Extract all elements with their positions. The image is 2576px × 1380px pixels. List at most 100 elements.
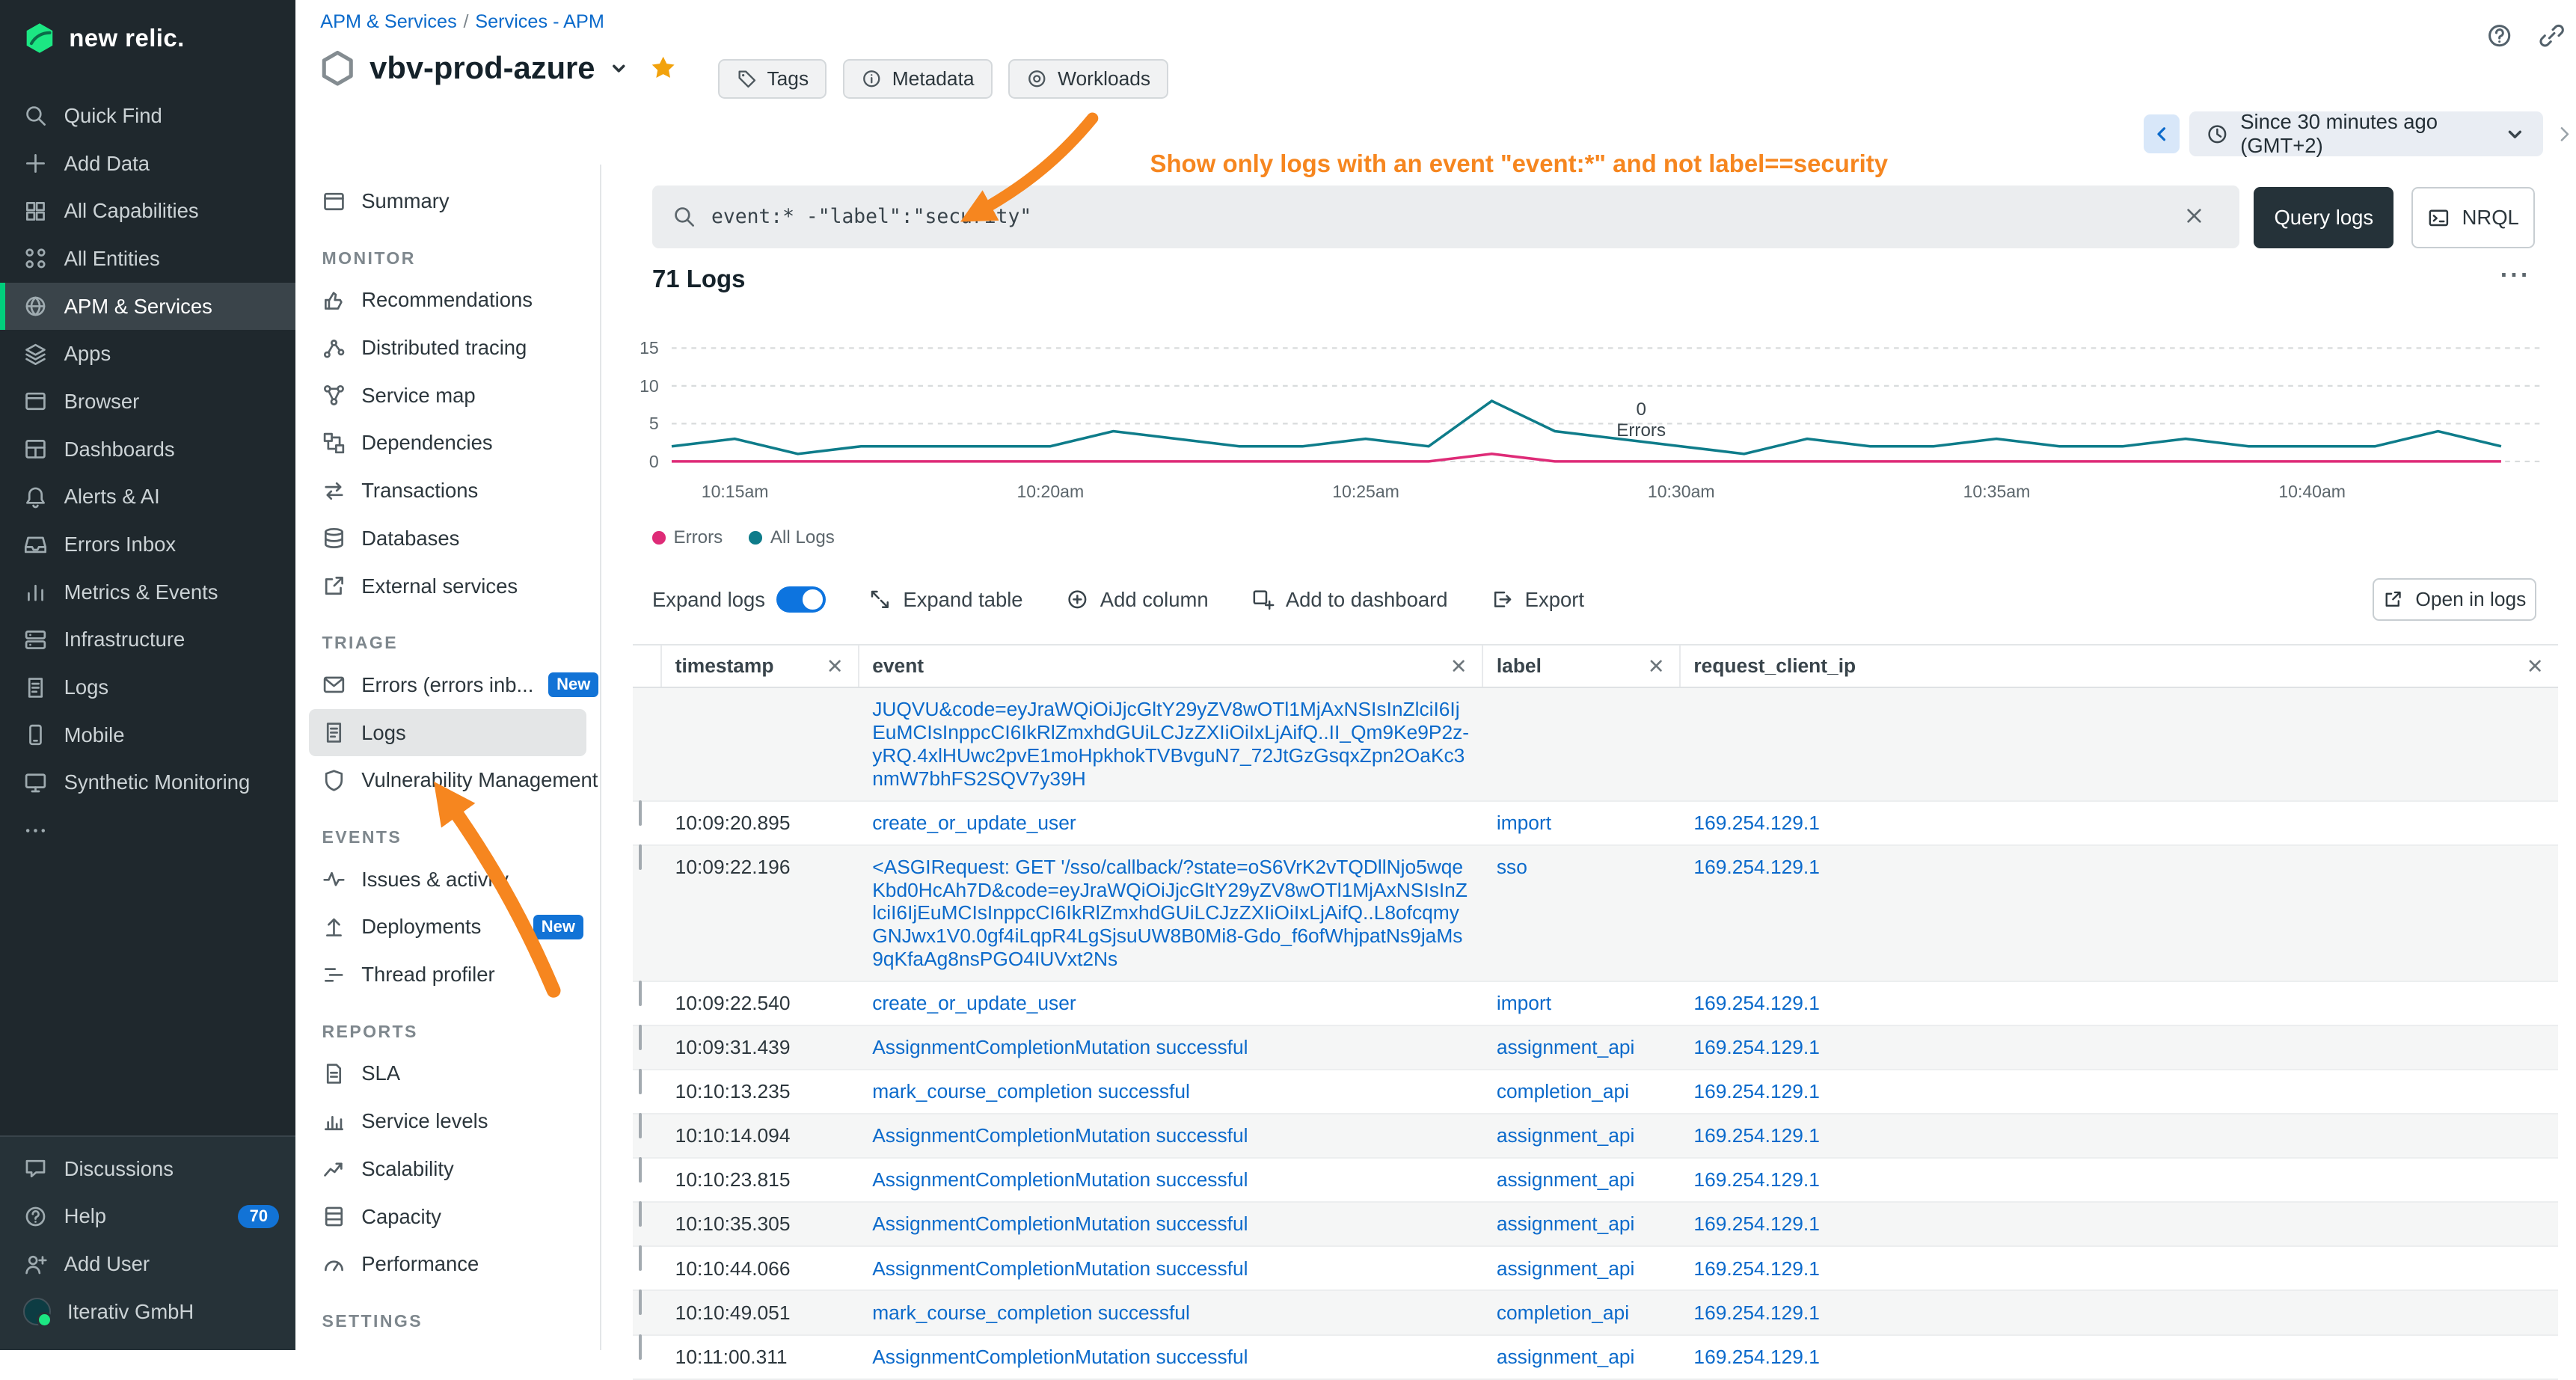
subnav-item-databases[interactable]: Databases (295, 515, 600, 562)
add-to-dashboard-button[interactable]: Add to dashboard (1251, 588, 1448, 612)
subnav-item-vulnerability-management[interactable]: Vulnerability Management (295, 756, 600, 804)
cell-label-link[interactable]: assignment_api (1497, 1257, 1635, 1280)
subnav-item-performance[interactable]: Performance (295, 1240, 600, 1288)
sidebar-item-account[interactable]: Iterativ GmbH (0, 1288, 295, 1336)
subnav-item-issues-activity[interactable]: Issues & activity (295, 856, 600, 904)
cell-ip-link[interactable]: 169.254.129.1 (1693, 1124, 1819, 1147)
cell-event-link[interactable]: create_or_update_user (872, 992, 1076, 1014)
sidebar-item-help[interactable]: Help70 (0, 1193, 295, 1241)
cell-label-link[interactable]: assignment_api (1497, 1124, 1635, 1147)
cell-event-link[interactable]: AssignmentCompletionMutation successful (872, 1036, 1248, 1058)
table-row[interactable]: 10:09:31.439 AssignmentCompletionMutatio… (633, 1026, 2558, 1070)
table-row[interactable]: 10:09:20.895 create_or_update_user impor… (633, 802, 2558, 846)
cell-event-link[interactable]: mark_course_completion successful (872, 1080, 1190, 1103)
cell-event-link[interactable]: AssignmentCompletionMutation successful (872, 1212, 1248, 1235)
column-header-request-client-ip[interactable]: request_client_ip (1681, 645, 2558, 687)
row-expand-checkbox[interactable] (639, 800, 642, 826)
table-row[interactable]: JUQVU&code=eyJraWQiOiJjcGltY29yZV8wOTl1M… (633, 688, 2558, 801)
cell-label-link[interactable]: import (1497, 812, 1551, 834)
cell-label-link[interactable]: assignment_api (1497, 1212, 1635, 1235)
sidebar-item-infrastructure[interactable]: Infrastructure (0, 616, 295, 664)
sidebar-item-alerts-ai[interactable]: Alerts & AI (0, 473, 295, 521)
cell-ip-link[interactable]: 169.254.129.1 (1693, 1212, 1819, 1235)
metadata-button[interactable]: Metadata (843, 59, 992, 99)
subnav-item-summary[interactable]: Summary (295, 177, 600, 225)
clear-query-icon[interactable] (2182, 203, 2207, 228)
cell-ip-link[interactable]: 169.254.129.1 (1693, 812, 1819, 834)
row-expand-checkbox[interactable] (639, 1157, 642, 1183)
sidebar-item-add-user[interactable]: Add User (0, 1240, 295, 1288)
remove-column-icon[interactable] (825, 656, 844, 675)
cell-label-link[interactable]: assignment_api (1497, 1036, 1635, 1058)
time-back-button[interactable] (2144, 114, 2180, 154)
cell-event-link[interactable]: AssignmentCompletionMutation successful (872, 1257, 1248, 1280)
subnav-item-logs[interactable]: Logs (309, 709, 586, 757)
expand-logs-control[interactable]: Expand logs (652, 586, 826, 613)
cell-event-link[interactable]: create_or_update_user (872, 812, 1076, 834)
sidebar-item-more[interactable] (0, 806, 295, 854)
cell-ip-link[interactable]: 169.254.129.1 (1693, 1257, 1819, 1280)
cell-event-link[interactable]: AssignmentCompletionMutation successful (872, 1124, 1248, 1147)
legend-all-logs[interactable]: All Logs (749, 527, 834, 548)
cell-event-link[interactable]: JUQVU&code=eyJraWQiOiJjcGltY29yZV8wOTl1M… (872, 698, 1469, 789)
sidebar-item-browser[interactable]: Browser (0, 378, 295, 426)
table-row[interactable]: 10:10:14.094 AssignmentCompletionMutatio… (633, 1114, 2558, 1159)
subnav-item-transactions[interactable]: Transactions (295, 467, 600, 515)
sidebar-item-discussions[interactable]: Discussions (0, 1145, 295, 1193)
sidebar-item-all-capabilities[interactable]: All Capabilities (0, 187, 295, 235)
row-expand-checkbox[interactable] (639, 1113, 642, 1138)
logs-chart[interactable]: 051015 10:15am10:20am10:25am10:30am10:35… (672, 337, 2539, 476)
cell-event-link[interactable]: AssignmentCompletionMutation successful (872, 1168, 1248, 1191)
permalink-icon[interactable] (2538, 22, 2566, 49)
row-expand-checkbox[interactable] (639, 1025, 642, 1050)
sidebar-item-errors-inbox[interactable]: Errors Inbox (0, 521, 295, 568)
cell-ip-link[interactable]: 169.254.129.1 (1693, 1036, 1819, 1058)
column-header-timestamp[interactable]: timestamp (662, 645, 859, 687)
breadcrumb-link-apm[interactable]: APM & Services (320, 11, 456, 32)
expand-table-button[interactable]: Expand table (868, 588, 1022, 612)
subnav-item-service-levels[interactable]: Service levels (295, 1097, 600, 1145)
breadcrumb-link-services[interactable]: Services - APM (475, 11, 604, 32)
remove-column-icon[interactable] (1646, 656, 1666, 675)
row-expand-checkbox[interactable] (639, 1289, 642, 1315)
table-row[interactable]: 10:10:23.815 AssignmentCompletionMutatio… (633, 1159, 2558, 1203)
remove-column-icon[interactable] (2525, 656, 2545, 675)
query-logs-button[interactable]: Query logs (2254, 187, 2393, 248)
cell-label-link[interactable]: sso (1497, 856, 1527, 878)
table-row[interactable]: 10:10:13.235 mark_course_completion succ… (633, 1070, 2558, 1114)
nrql-button[interactable]: NRQL (2411, 187, 2535, 248)
row-expand-checkbox[interactable] (639, 1201, 642, 1227)
subnav-item-service-map[interactable]: Service map (295, 372, 600, 420)
favorite-star-icon[interactable] (649, 54, 677, 82)
column-header-event[interactable]: event (859, 645, 1484, 687)
subnav-item-errors-inbox[interactable]: Errors (errors inb...New (295, 661, 600, 709)
subnav-item-distributed-tracing[interactable]: Distributed tracing (295, 324, 600, 372)
cell-ip-link[interactable]: 169.254.129.1 (1693, 856, 1819, 878)
sidebar-item-metrics-events[interactable]: Metrics & Events (0, 568, 295, 616)
sidebar-item-all-entities[interactable]: All Entities (0, 235, 295, 283)
table-row[interactable]: 10:09:22.540 create_or_update_user impor… (633, 982, 2558, 1026)
sidebar-item-mobile[interactable]: Mobile (0, 711, 295, 759)
time-forward-button[interactable] (2553, 123, 2576, 146)
subnav-item-recommendations[interactable]: Recommendations (295, 277, 600, 325)
help-circle-icon[interactable] (2485, 22, 2513, 49)
add-column-button[interactable]: Add column (1066, 588, 1209, 612)
column-header-label[interactable]: label (1483, 645, 1681, 687)
export-button[interactable]: Export (1491, 588, 1584, 612)
entity-switcher-caret-icon[interactable] (608, 58, 630, 79)
cell-ip-link[interactable]: 169.254.129.1 (1693, 1301, 1819, 1324)
legend-errors[interactable]: Errors (652, 527, 723, 548)
cell-label-link[interactable]: import (1497, 992, 1551, 1014)
subnav-item-external-services[interactable]: External services (295, 562, 600, 610)
cell-label-link[interactable]: assignment_api (1497, 1346, 1635, 1368)
table-row[interactable]: 10:10:44.066 AssignmentCompletionMutatio… (633, 1247, 2558, 1291)
sidebar-item-apps[interactable]: Apps (0, 330, 295, 378)
remove-column-icon[interactable] (1449, 656, 1468, 675)
cell-event-link[interactable]: <ASGIRequest: GET '/sso/callback/?state=… (872, 856, 1468, 970)
sidebar-item-quick-find[interactable]: Quick Find (0, 92, 295, 140)
subnav-item-thread-profiler[interactable]: Thread profiler (295, 951, 600, 999)
new-relic-logo[interactable]: new relic. (0, 0, 295, 73)
row-expand-checkbox[interactable] (639, 844, 642, 870)
table-row[interactable]: 10:10:35.305 AssignmentCompletionMutatio… (633, 1203, 2558, 1247)
sidebar-item-add-data[interactable]: Add Data (0, 140, 295, 188)
